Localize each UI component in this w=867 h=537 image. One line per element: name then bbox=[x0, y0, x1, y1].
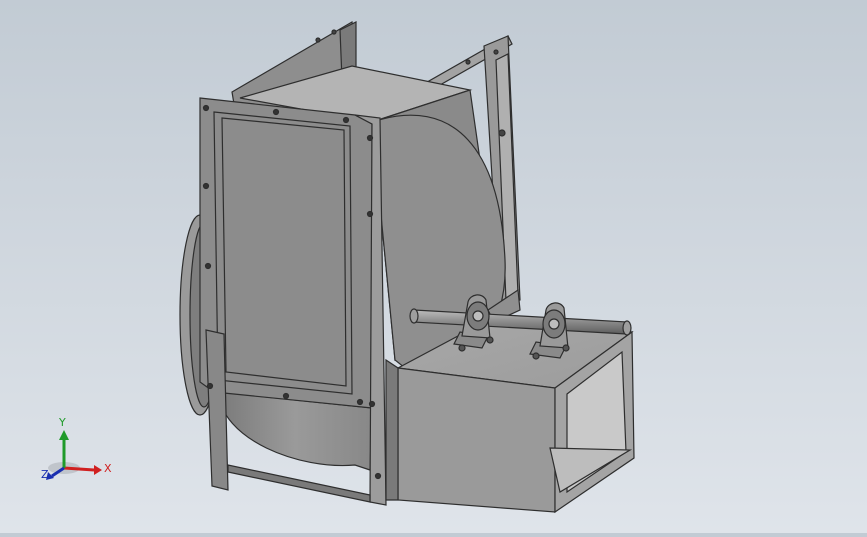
graphics-viewport[interactable] bbox=[0, 0, 867, 533]
fan-assembly-model[interactable] bbox=[0, 0, 867, 533]
x-axis-line bbox=[63, 466, 95, 472]
x-axis-label: X bbox=[104, 462, 112, 475]
x-axis-arrow-icon bbox=[94, 465, 102, 475]
z-axis-label: Z bbox=[41, 468, 49, 481]
orientation-triad: X Y Z bbox=[38, 412, 118, 492]
y-axis-label: Y bbox=[58, 416, 66, 429]
y-axis-arrow-icon bbox=[59, 430, 69, 440]
